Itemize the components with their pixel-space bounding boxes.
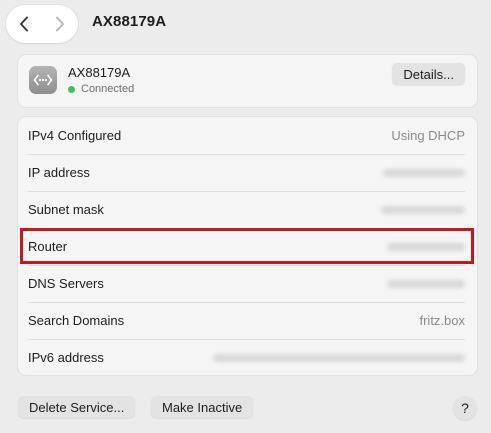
redacted-value bbox=[387, 242, 465, 251]
row-ipv4-configured: IPv4 Configured Using DHCP bbox=[18, 117, 477, 154]
row-label: Subnet mask bbox=[28, 202, 104, 217]
forward-button[interactable] bbox=[42, 5, 78, 43]
make-inactive-button[interactable]: Make Inactive bbox=[151, 396, 254, 418]
ethernet-icon bbox=[29, 66, 57, 94]
navigation-buttons bbox=[6, 5, 78, 43]
row-dns-servers: DNS Servers bbox=[18, 265, 477, 302]
redacted-value bbox=[381, 205, 465, 214]
redacted-value bbox=[213, 353, 465, 362]
help-button[interactable]: ? bbox=[453, 396, 477, 420]
redacted-value bbox=[387, 279, 465, 288]
network-info-list: IPv4 Configured Using DHCP IP address Su… bbox=[18, 117, 477, 375]
row-search-domains: Search Domains fritz.box bbox=[18, 302, 477, 339]
connection-status: Connected bbox=[68, 83, 134, 95]
row-label: IPv4 Configured bbox=[28, 128, 122, 143]
page-title: AX88179A bbox=[92, 13, 167, 30]
row-value: fritz.box bbox=[419, 313, 465, 328]
row-label: Router bbox=[28, 239, 68, 254]
service-name: AX88179A bbox=[68, 65, 131, 80]
details-button[interactable]: Details... bbox=[392, 63, 465, 85]
row-label: IPv6 address bbox=[28, 350, 104, 365]
row-value: Using DHCP bbox=[391, 128, 465, 143]
chevron-right-icon bbox=[56, 16, 64, 32]
service-summary-card: AX88179A Connected Details... bbox=[18, 55, 477, 107]
status-dot-icon bbox=[68, 85, 75, 93]
row-ip-address: IP address bbox=[18, 154, 477, 191]
status-text: Connected bbox=[81, 83, 135, 95]
row-subnet-mask: Subnet mask bbox=[18, 191, 477, 228]
row-router: Router bbox=[18, 228, 477, 265]
delete-service-button[interactable]: Delete Service... bbox=[18, 396, 136, 418]
row-label: DNS Servers bbox=[28, 276, 104, 291]
row-ipv6-address: IPv6 address bbox=[18, 339, 477, 376]
chevron-left-icon bbox=[20, 16, 28, 32]
redacted-value bbox=[383, 168, 465, 177]
row-label: Search Domains bbox=[28, 313, 125, 328]
back-button[interactable] bbox=[6, 5, 42, 43]
row-label: IP address bbox=[28, 165, 90, 180]
